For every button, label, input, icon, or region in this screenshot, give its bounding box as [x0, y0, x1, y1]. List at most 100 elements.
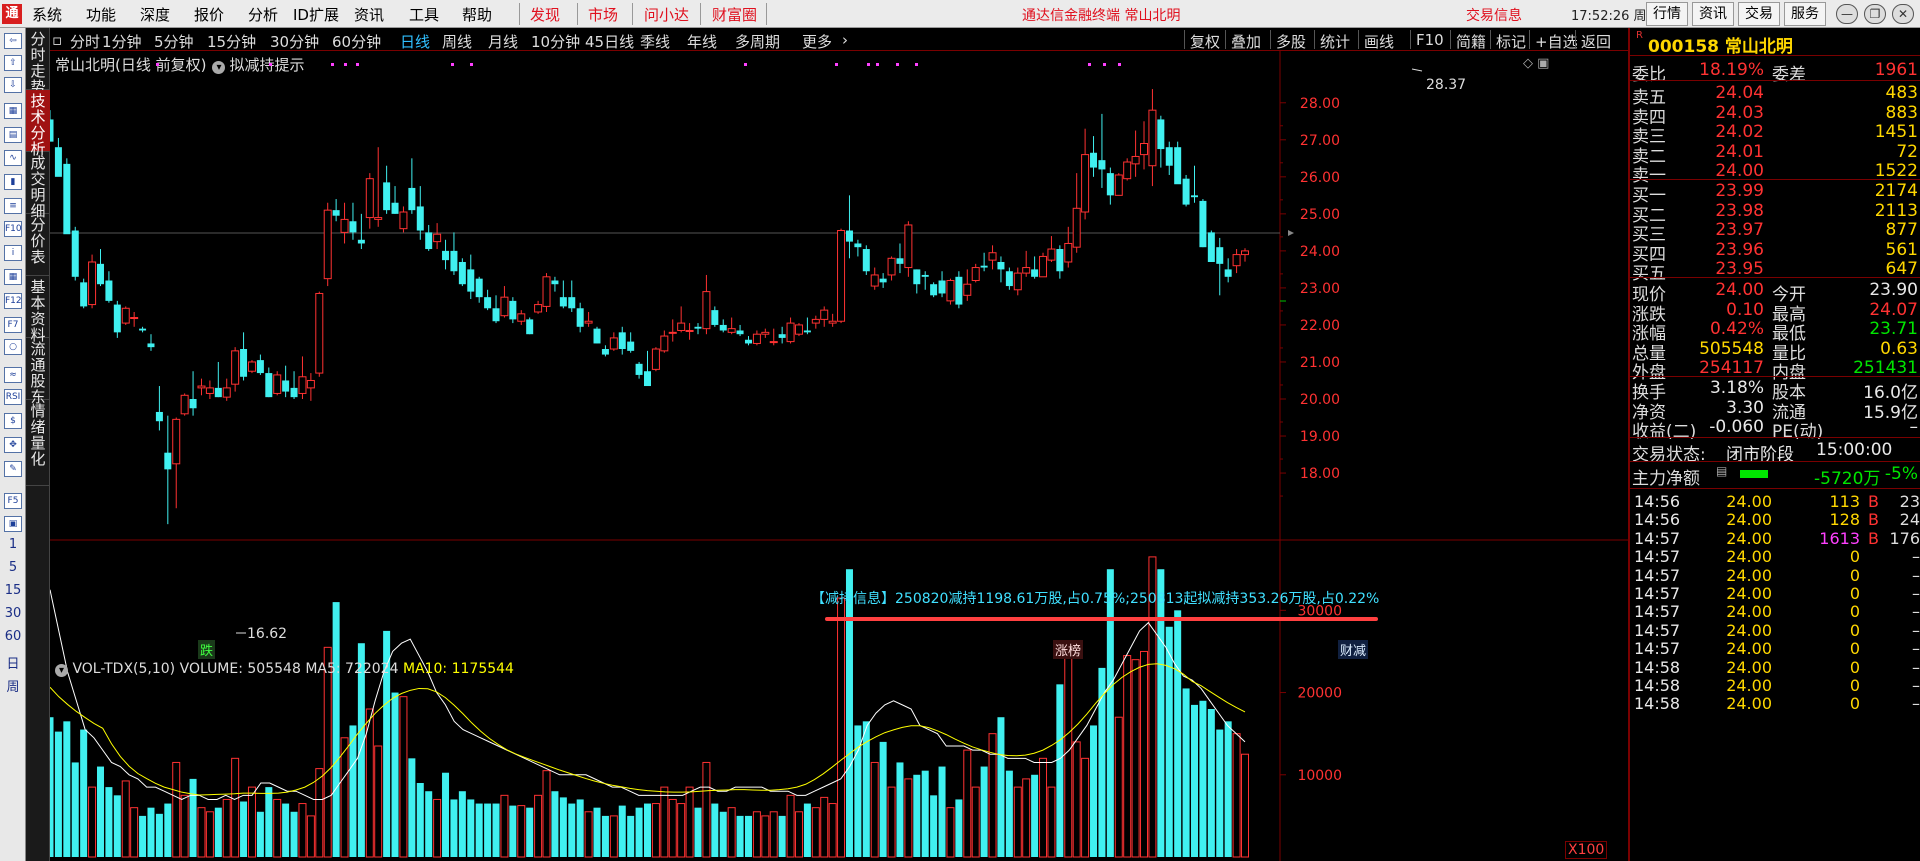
menu-tools[interactable]: 工具	[409, 4, 439, 25]
menu-quote[interactable]: 报价	[194, 4, 224, 25]
period-6[interactable]: 日线	[400, 31, 430, 52]
period-1[interactable]: 1分钟	[102, 31, 142, 52]
btn-zixun[interactable]: 资讯	[1692, 2, 1734, 26]
badge-die[interactable]: 跌	[198, 640, 216, 659]
menu-discover[interactable]: 发现	[530, 4, 560, 25]
period-square-icon[interactable]: ▫	[52, 31, 62, 49]
period-10[interactable]: 45日线	[585, 31, 634, 52]
vtab-2[interactable]: 成交明细	[26, 152, 50, 219]
period-shortcut-1[interactable]: 5	[0, 560, 26, 575]
candle-body-down	[467, 269, 475, 292]
grid-icon[interactable]: ▤	[4, 127, 22, 143]
period-shortcut-3[interactable]: 30	[0, 606, 26, 621]
close-icon[interactable]: ✕	[1892, 4, 1914, 24]
more-arrow-icon[interactable]: ›	[842, 31, 848, 49]
list-icon[interactable]: ≡	[4, 198, 22, 214]
period-2[interactable]: 5分钟	[154, 31, 194, 52]
period-shortcut-2[interactable]: 15	[0, 583, 26, 598]
period-shortcut-6[interactable]: 周	[0, 676, 26, 695]
toolbar-btn-4[interactable]: 画线	[1364, 31, 1394, 52]
calendar-icon[interactable]: ▦	[4, 269, 22, 285]
toolbar-btn-6[interactable]: 简籍	[1456, 31, 1486, 52]
period-5[interactable]: 60分钟	[332, 31, 381, 52]
menu-function[interactable]: 功能	[86, 4, 116, 25]
period-11[interactable]: 季线	[640, 31, 670, 52]
arrow-down-icon[interactable]: ⇩	[4, 77, 22, 93]
btn-hangqing[interactable]: 行情	[1646, 2, 1688, 26]
minimize-icon[interactable]: —	[1836, 4, 1858, 24]
btn-fuwu[interactable]: 服务	[1784, 2, 1826, 26]
toolbar-btn-2[interactable]: 多股	[1276, 31, 1306, 52]
period-3[interactable]: 15分钟	[207, 31, 256, 52]
dollar-icon[interactable]: $	[4, 413, 22, 429]
rsi-icon[interactable]: RSI	[4, 389, 22, 405]
arrow-up-icon[interactable]: ⇧	[4, 55, 22, 71]
volume-bar-down	[1031, 774, 1039, 857]
pen-icon[interactable]: ✎	[4, 461, 22, 477]
period-0[interactable]: 分时	[70, 31, 100, 52]
f5-icon[interactable]: F5	[4, 493, 22, 509]
menu-wenxiaoda[interactable]: 问小达	[644, 4, 689, 25]
candle-body-down	[147, 343, 155, 348]
f12-icon[interactable]: F12	[4, 293, 22, 309]
main-force-icon[interactable]: ▤	[1716, 464, 1727, 478]
price-tick-label: 25.00	[1300, 207, 1340, 223]
volume-bar-down	[1182, 688, 1190, 857]
vtab-6[interactable]: 情绪量化	[26, 400, 50, 486]
toolbar-btn-9[interactable]: 返回	[1581, 31, 1611, 52]
period-9[interactable]: 10分钟	[531, 31, 580, 52]
badge-zhangbang[interactable]: 涨榜	[1053, 640, 1084, 659]
candle-body-up	[374, 217, 383, 220]
menu-news[interactable]: 资讯	[354, 4, 384, 25]
candle-icon[interactable]: ▮	[4, 174, 22, 190]
period-7[interactable]: 周线	[442, 31, 472, 52]
period-12[interactable]: 年线	[687, 31, 717, 52]
kline-chart[interactable]: 28.00 27.00 26.00 25.00 24.00 23.00 22.00 21.00…	[50, 51, 1628, 861]
menu-id-extension[interactable]: ID扩展	[293, 4, 339, 25]
volume-toggle-icon[interactable]: ▾	[55, 664, 68, 677]
info-icon[interactable]: i	[4, 245, 22, 261]
period-14[interactable]: 更多	[802, 31, 832, 52]
move-icon[interactable]: ✥	[4, 437, 22, 453]
chart-icon[interactable]: ▦	[4, 103, 22, 119]
toolbar-btn-5[interactable]: F10	[1416, 31, 1444, 49]
chart-top-icons[interactable]: ◇ ▣	[1523, 56, 1549, 71]
vtab-1[interactable]: 技术分析	[26, 90, 50, 157]
vtab-5[interactable]: 流通股东	[26, 338, 50, 405]
window-icon[interactable]: ▣	[4, 516, 22, 532]
value: 505548	[1699, 338, 1764, 359]
volume-bar-down	[458, 791, 466, 857]
menu-analysis[interactable]: 分析	[248, 4, 278, 25]
toolbar-btn-0[interactable]: 复权	[1190, 31, 1220, 52]
restore-icon[interactable]: ❐	[1864, 4, 1886, 24]
period-4[interactable]: 30分钟	[270, 31, 319, 52]
wave-icon[interactable]: ≈	[4, 367, 22, 383]
line-chart-icon[interactable]: ∿	[4, 150, 22, 166]
toolbar-btn-8[interactable]: +自选	[1535, 31, 1578, 52]
arrow-left-icon[interactable]: ⇦	[4, 33, 22, 49]
stock-code-name[interactable]: 000158 常山北明	[1648, 32, 1793, 57]
f10-icon[interactable]: F10	[4, 221, 22, 237]
vtab-0[interactable]: 分时走势	[26, 28, 50, 95]
period-8[interactable]: 月线	[488, 31, 518, 52]
vtab-3[interactable]: 分价表	[26, 214, 50, 276]
menu-system[interactable]: 系统	[32, 4, 62, 25]
badge-caijian[interactable]: 财减	[1338, 640, 1369, 659]
trade-info-link[interactable]: 交易信息	[1466, 5, 1522, 25]
reduce-info-text[interactable]: 【减持信息】250820减持1198.61万股,占0.75%;250813起拟减…	[811, 588, 1379, 608]
menu-help[interactable]: 帮助	[462, 4, 492, 25]
circle-icon[interactable]: ○	[4, 339, 22, 355]
menu-market[interactable]: 市场	[588, 4, 618, 25]
period-shortcut-4[interactable]: 60	[0, 629, 26, 644]
f7-icon[interactable]: F7	[4, 317, 22, 333]
period-shortcut-5[interactable]: 日	[0, 653, 26, 672]
toolbar-btn-7[interactable]: 标记	[1496, 31, 1526, 52]
toolbar-btn-3[interactable]: 统计	[1320, 31, 1350, 52]
menu-depth[interactable]: 深度	[140, 4, 170, 25]
menu-caifuquan[interactable]: 财富圈	[712, 4, 757, 25]
btn-jiaoyi[interactable]: 交易	[1738, 2, 1780, 26]
toolbar-btn-1[interactable]: 叠加	[1231, 31, 1261, 52]
period-13[interactable]: 多周期	[735, 31, 780, 52]
vtab-4[interactable]: 基本资料	[26, 276, 50, 343]
period-shortcut-0[interactable]: 1	[0, 537, 26, 552]
